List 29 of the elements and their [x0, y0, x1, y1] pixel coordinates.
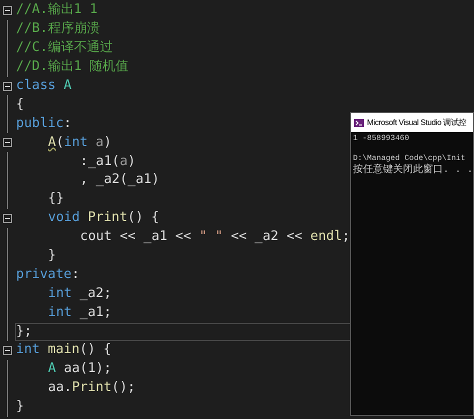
code-line: private: [15, 266, 81, 284]
code-line: class A [15, 77, 73, 95]
code-line: //A.输出1 1 [15, 1, 99, 20]
code-line: :_a1(a) [79, 152, 137, 171]
code-line: //B.程序崩溃 [15, 20, 101, 38]
code-line: //C.编译不通过 [15, 39, 114, 58]
window-title: Microsoft Visual Studio 调试控 [367, 116, 466, 128]
code-line: , _a2(_a1) [79, 171, 160, 190]
code-line: {} [47, 190, 65, 208]
app-icon [354, 118, 364, 126]
collapse-icon[interactable] [3, 82, 12, 90]
code-line: aa.Print(); [47, 379, 136, 398]
code-line: } [47, 247, 57, 266]
code-line: //D.输出1 随机值 [15, 58, 130, 76]
code-line: int _a1; [47, 304, 113, 322]
code-line: int main() { [15, 341, 112, 360]
code-line: void Print() { [47, 209, 160, 228]
code-line: A(int a) [47, 134, 113, 152]
code-line: int _a2; [47, 284, 113, 303]
code-line: cout << _a1 << " " << _a2 << endl; [79, 228, 351, 246]
collapse-icon[interactable] [3, 214, 12, 223]
code-line: } [15, 398, 25, 416]
collapse-icon[interactable] [3, 6, 12, 15]
collapse-icon[interactable] [3, 138, 12, 148]
code-line: public: [15, 114, 73, 133]
collapse-icon[interactable] [3, 346, 12, 355]
console-line: 按任意键关闭此窗口. . . [353, 164, 474, 177]
code-line: A aa(1); [47, 360, 113, 378]
code-line: { [15, 96, 25, 114]
